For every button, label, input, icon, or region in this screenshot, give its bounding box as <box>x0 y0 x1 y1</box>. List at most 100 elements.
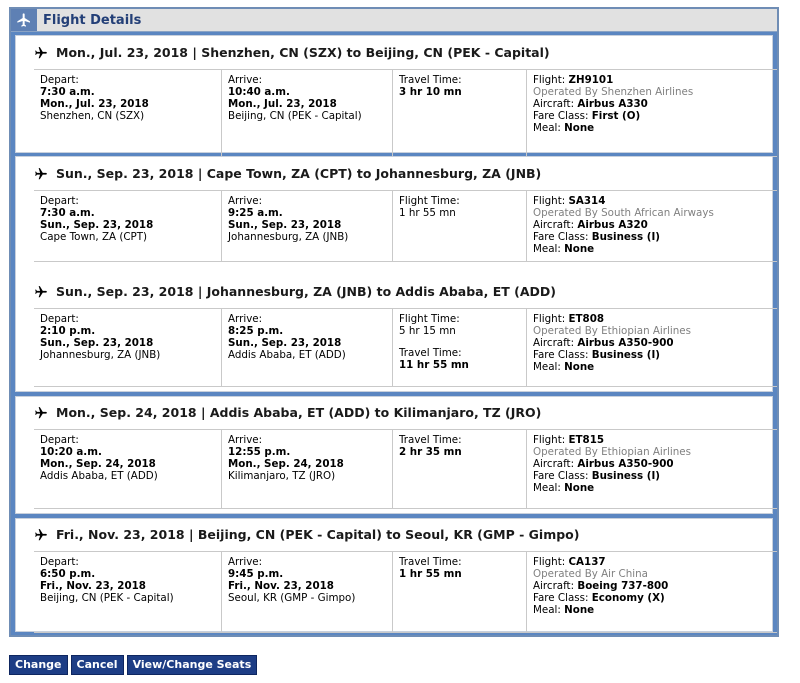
flight-number: Flight: ZH9101 <box>533 74 614 86</box>
arrive-time: 12:55 p.m. <box>228 446 291 458</box>
time-column: Flight Time: 5 hr 15 mn Travel Time: 11 … <box>392 309 526 386</box>
depart-label: Depart: <box>40 434 79 446</box>
arrive-date: Fri., Nov. 23, 2018 <box>228 580 334 592</box>
depart-column: Depart: 7:30 a.m. Sun., Sep. 23, 2018 Ca… <box>34 191 221 261</box>
airplane-icon <box>35 285 47 297</box>
arrive-time: 10:40 a.m. <box>228 86 290 98</box>
operated-by: Operated By Ethiopian Airlines <box>533 446 691 458</box>
segment-route: Sun., Sep. 23, 2018 | Cape Town, ZA (CPT… <box>56 166 542 181</box>
arrive-date: Mon., Sep. 24, 2018 <box>228 458 344 470</box>
view-change-seats-button[interactable]: View/Change Seats <box>126 655 258 675</box>
fare-class: Fare Class: Business (I) <box>533 349 660 361</box>
airplane-icon <box>35 167 47 179</box>
time-label: Flight Time: <box>399 195 460 207</box>
segment-table: Depart: 2:10 p.m. Sun., Sep. 23, 2018 Jo… <box>34 308 777 387</box>
airplane-icon <box>35 528 47 540</box>
flight-info-column: Flight: ET808 Operated By Ethiopian Airl… <box>526 309 777 386</box>
flight-info-column: Flight: ZH9101 Operated By Shenzhen Airl… <box>526 70 777 156</box>
arrive-column: Arrive: 12:55 p.m. Mon., Sep. 24, 2018 K… <box>221 430 392 508</box>
meal: Meal: None <box>533 122 595 134</box>
aircraft: Aircraft: Airbus A350-900 <box>533 337 674 349</box>
flight-number: Flight: ET815 <box>533 434 605 446</box>
time-value: 2 hr 35 mn <box>399 446 462 458</box>
arrive-column: Arrive: 10:40 a.m. Mon., Jul. 23, 2018 B… <box>221 70 392 156</box>
flight-number: Flight: CA137 <box>533 556 606 568</box>
depart-column: Depart: 2:10 p.m. Sun., Sep. 23, 2018 Jo… <box>34 309 221 386</box>
depart-column: Depart: 7:30 a.m. Mon., Jul. 23, 2018 Sh… <box>34 70 221 156</box>
depart-column: Depart: 10:20 a.m. Mon., Sep. 24, 2018 A… <box>34 430 221 508</box>
time-value: 3 hr 10 mn <box>399 86 462 98</box>
trip-group: Sun., Sep. 23, 2018 | Cape Town, ZA (CPT… <box>15 156 777 392</box>
flight-info-column: Flight: ET815 Operated By Ethiopian Airl… <box>526 430 777 508</box>
depart-date: Sun., Sep. 23, 2018 <box>40 337 154 349</box>
aircraft: Aircraft: Airbus A320 <box>533 219 648 231</box>
depart-time: 7:30 a.m. <box>40 86 95 98</box>
aircraft: Aircraft: Airbus A350-900 <box>533 458 674 470</box>
depart-city: Cape Town, ZA (CPT) <box>40 231 148 243</box>
arrive-column: Arrive: 8:25 p.m. Sun., Sep. 23, 2018 Ad… <box>221 309 392 386</box>
arrive-time: 9:45 p.m. <box>228 568 284 580</box>
panel-title: Flight Details <box>43 12 142 28</box>
flight-info-column: Flight: CA137 Operated By Air China Airc… <box>526 552 777 632</box>
arrive-time: 8:25 p.m. <box>228 325 284 337</box>
segment-table: Depart: 10:20 a.m. Mon., Sep. 24, 2018 A… <box>34 429 777 509</box>
airplane-icon <box>35 406 47 418</box>
depart-time: 2:10 p.m. <box>40 325 96 337</box>
arrive-city: Beijing, CN (PEK - Capital) <box>228 110 362 122</box>
trip-group: Mon., Jul. 23, 2018 | Shenzhen, CN (SZX)… <box>15 35 777 157</box>
depart-city: Johannesburg, ZA (JNB) <box>40 349 161 361</box>
time-column: Travel Time: 3 hr 10 mn <box>392 70 526 156</box>
arrive-column: Arrive: 9:25 a.m. Sun., Sep. 23, 2018 Jo… <box>221 191 392 261</box>
arrive-time: 9:25 a.m. <box>228 207 283 219</box>
depart-city: Beijing, CN (PEK - Capital) <box>40 592 174 604</box>
segment-route: Mon., Jul. 23, 2018 | Shenzhen, CN (SZX)… <box>56 45 550 60</box>
arrive-label: Arrive: <box>228 74 263 86</box>
segment-route: Sun., Sep. 23, 2018 | Johannesburg, ZA (… <box>56 284 556 299</box>
aircraft: Aircraft: Airbus A330 <box>533 98 648 110</box>
arrive-label: Arrive: <box>228 434 263 446</box>
time-label: Travel Time: <box>399 74 462 86</box>
fare-class: Fare Class: Business (I) <box>533 470 660 482</box>
cancel-button[interactable]: Cancel <box>70 655 124 675</box>
time-value: 1 hr 55 mn <box>399 207 456 219</box>
depart-label: Depart: <box>40 195 79 207</box>
arrive-date: Sun., Sep. 23, 2018 <box>228 337 342 349</box>
travel-time-label: Travel Time: <box>399 347 462 359</box>
airplane-icon <box>11 9 37 31</box>
time-label: Flight Time: <box>399 313 460 325</box>
depart-label: Depart: <box>40 74 79 86</box>
arrive-label: Arrive: <box>228 195 263 207</box>
meal: Meal: None <box>533 482 595 494</box>
depart-label: Depart: <box>40 313 79 325</box>
change-button[interactable]: Change <box>9 655 68 675</box>
arrive-label: Arrive: <box>228 556 263 568</box>
depart-city: Addis Ababa, ET (ADD) <box>40 470 158 482</box>
depart-date: Mon., Sep. 24, 2018 <box>40 458 156 470</box>
travel-time-value: 11 hr 55 mn <box>399 359 469 371</box>
arrive-city: Johannesburg, ZA (JNB) <box>228 231 349 243</box>
arrive-date: Sun., Sep. 23, 2018 <box>228 219 342 231</box>
aircraft: Aircraft: Boeing 737-800 <box>533 580 669 592</box>
depart-date: Fri., Nov. 23, 2018 <box>40 580 146 592</box>
segment-route: Mon., Sep. 24, 2018 | Addis Ababa, ET (A… <box>56 405 542 420</box>
meal: Meal: None <box>533 361 595 373</box>
arrive-city: Kilimanjaro, TZ (JRO) <box>228 470 336 482</box>
segment-table: Depart: 6:50 p.m. Fri., Nov. 23, 2018 Be… <box>34 551 777 633</box>
arrive-column: Arrive: 9:45 p.m. Fri., Nov. 23, 2018 Se… <box>221 552 392 632</box>
depart-time: 7:30 a.m. <box>40 207 95 219</box>
meal: Meal: None <box>533 243 595 255</box>
trip-group: Mon., Sep. 24, 2018 | Addis Ababa, ET (A… <box>15 396 777 514</box>
segment-header: Mon., Jul. 23, 2018 | Shenzhen, CN (SZX)… <box>34 45 550 60</box>
arrive-city: Seoul, KR (GMP - Gimpo) <box>228 592 356 604</box>
flight-number: Flight: ET808 <box>533 313 605 325</box>
segment-route: Fri., Nov. 23, 2018 | Beijing, CN (PEK -… <box>56 527 580 542</box>
segment-header: Sun., Sep. 23, 2018 | Cape Town, ZA (CPT… <box>34 166 541 181</box>
segment-header: Sun., Sep. 23, 2018 | Johannesburg, ZA (… <box>34 284 556 299</box>
arrive-label: Arrive: <box>228 313 263 325</box>
fare-class: Fare Class: Business (I) <box>533 231 660 243</box>
fare-class: Fare Class: First (O) <box>533 110 641 122</box>
meal: Meal: None <box>533 604 595 616</box>
depart-date: Mon., Jul. 23, 2018 <box>40 98 149 110</box>
time-label: Travel Time: <box>399 556 462 568</box>
operated-by: Operated By South African Airways <box>533 207 714 219</box>
